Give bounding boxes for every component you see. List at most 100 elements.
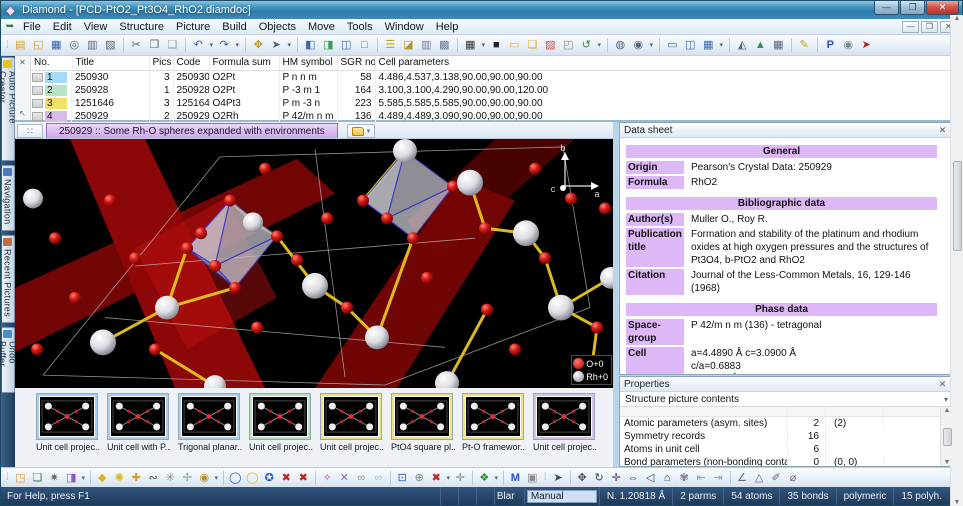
fill-cell-button[interactable]: ❖ [476, 470, 493, 486]
cell-cell[interactable]: 4.486,4.537,3.138,90.00,90.00,90.00 [375, 70, 962, 84]
cell-title[interactable]: 250928 [72, 84, 149, 97]
close-button[interactable]: ✕ [926, 1, 959, 15]
cell-hm[interactable]: P m -3 n [279, 97, 337, 110]
picture-wizard-dropdown-arrow[interactable]: ▾ [80, 474, 87, 482]
window-picture-button[interactable]: ◨ [320, 37, 337, 53]
add-cluster-button[interactable]: ✺ [111, 470, 128, 486]
hydrogen-bonds-button[interactable]: ∞ [353, 470, 370, 486]
fill-sphere-button[interactable]: ◉ [196, 470, 213, 486]
find-button[interactable]: ◎ [66, 37, 83, 53]
menu-window[interactable]: Window [379, 20, 430, 34]
scroll-up-icon[interactable]: ▲ [944, 407, 951, 414]
dock-tab-auto-picture-creator[interactable]: Auto Picture Creator [2, 57, 15, 161]
video-record-button[interactable]: ➤ [858, 37, 875, 53]
refresh-picture-button[interactable]: ↺ [578, 37, 595, 53]
destroy-cell-dropdown-arrow[interactable]: ▾ [445, 474, 452, 482]
translate-mode-button[interactable]: ✥ [574, 470, 591, 486]
select-pointer-icon[interactable]: ↖ [17, 108, 29, 119]
picture-tab[interactable]: 250929 :: Some Rh-O spheres expanded wit… [46, 123, 338, 138]
minimize-button[interactable]: — [874, 1, 899, 15]
add-chain-button[interactable]: ∾ [145, 470, 162, 486]
move-mode-button[interactable]: ✛ [608, 470, 625, 486]
rotate-mode-button[interactable]: ↻ [591, 470, 608, 486]
picture-thumbnail-3[interactable]: Trigonal planar... [178, 393, 242, 467]
refresh-picture-dropdown-arrow[interactable]: ▾ [596, 41, 603, 49]
cell-cell[interactable]: 5.585,5.585,5.585,90.00,90.00,90.00 [375, 97, 962, 110]
home-orientation-button[interactable]: ⌂ [659, 470, 676, 486]
picture-folder-button[interactable]: ▾ [347, 124, 376, 138]
cell-sgr[interactable]: 164 [337, 84, 375, 97]
pointer-mode-button[interactable]: ➤ [268, 37, 285, 53]
menu-view[interactable]: View [78, 20, 114, 34]
zoom-picture-button[interactable]: ◍ [612, 37, 629, 53]
coordination-sphere-yellow-button[interactable]: ◯ [244, 470, 261, 486]
copy-button[interactable]: ❐ [146, 37, 163, 53]
cell-sgr[interactable]: 58 [337, 70, 375, 84]
picture-grid-dropdown-arrow[interactable]: ▾ [480, 41, 487, 49]
window-structure-button[interactable]: ◧ [302, 37, 319, 53]
column-header-no-[interactable]: No. [31, 56, 72, 70]
chart-powder-button[interactable]: ▲ [752, 37, 769, 53]
property-row-4[interactable]: Bond parameters (non-bonding contacts, .… [620, 456, 953, 466]
measure-distance-button[interactable]: ∠ [734, 470, 751, 486]
select-mode-button[interactable]: ➤ [550, 470, 567, 486]
powder-pattern-button[interactable]: P [822, 37, 839, 53]
add-group-button[interactable]: ✢ [179, 470, 196, 486]
cell-title[interactable]: 250929 [72, 110, 149, 123]
edit-contacts-button[interactable]: ✕ [336, 470, 353, 486]
column-header-code[interactable]: Code [173, 56, 209, 70]
scrollbar-thumb[interactable] [943, 428, 952, 446]
fill-sphere-dropdown-arrow[interactable]: ▾ [213, 474, 220, 482]
dock-tab-recent-pictures[interactable]: Recent Pictures [2, 235, 15, 323]
picture-thumbnail-7[interactable]: Pt-O framewor... [462, 393, 526, 467]
column-header-pics[interactable]: Pics [149, 56, 173, 70]
paste-button[interactable]: ❑ [164, 37, 181, 53]
measure-plane-button[interactable]: ⌀ [785, 470, 802, 486]
render-picture-button[interactable]: ▣ [524, 470, 541, 486]
property-row-3[interactable]: Atoms in unit cell6 [620, 443, 953, 456]
panel-properties-button[interactable]: ◫ [682, 37, 699, 53]
scroll-down-icon[interactable]: ▼ [954, 499, 961, 506]
menu-structure[interactable]: Structure [113, 20, 170, 34]
pan-mode-button[interactable]: ✥ [250, 37, 267, 53]
menu-objects[interactable]: Objects [253, 20, 302, 34]
destroy-sphere-2-button[interactable]: ✖ [295, 470, 312, 486]
pointer-mode-dropdown-arrow[interactable]: ▾ [286, 41, 293, 49]
cell-formula[interactable]: O4Pt3 [209, 97, 279, 110]
cell-code[interactable]: 250928 [173, 84, 209, 97]
menu-move[interactable]: Move [302, 20, 341, 34]
delete-picture-button[interactable]: ▨ [542, 37, 559, 53]
fill-cell-dropdown-arrow[interactable]: ▾ [493, 474, 500, 482]
cell-formula[interactable]: O2Rh [209, 110, 279, 123]
add-atom-button[interactable]: ✚ [128, 470, 145, 486]
cell-sgr[interactable]: 223 [337, 97, 375, 110]
print-preview-button[interactable]: ▥ [84, 37, 101, 53]
structure-row-4[interactable]: 42509292250929O2RhP 42/m n m1364.489,4.4… [31, 110, 962, 123]
picture-wizard-button[interactable]: ◨ [63, 470, 80, 486]
destroy-sphere-1-button[interactable]: ✖ [278, 470, 295, 486]
close-table-pane-icon[interactable]: ✕ [17, 57, 29, 68]
new-folder-button[interactable]: ▭ [506, 37, 523, 53]
cell-pics[interactable]: 2 [149, 110, 173, 123]
cell-title[interactable]: 1251646 [72, 97, 149, 110]
panel-table-button[interactable]: ▦ [700, 37, 717, 53]
zoom-selection-dropdown-arrow[interactable]: ▾ [648, 41, 655, 49]
column-header-title[interactable]: Title [72, 56, 149, 70]
pane-left-button[interactable]: ▥ [418, 37, 435, 53]
picture-thumbnail-5[interactable]: Unit cell projec... [320, 393, 384, 467]
structure-row-3[interactable]: 3125164631251646O4Pt3P m -3 n2235.585,5.… [31, 97, 962, 110]
scrollbar-thumb[interactable] [953, 161, 962, 251]
table-mode-button[interactable]: ☰ [382, 37, 399, 53]
menu-help[interactable]: Help [430, 20, 465, 34]
property-row-1[interactable]: Atomic parameters (asym. sites)2(2) [620, 417, 953, 430]
cell-cell[interactable]: 3.100,3.100,4.290,90.00,90.00,120.00 [375, 84, 962, 97]
draw-pen-button[interactable]: ✎ [796, 37, 813, 53]
picture-thumbnail-4[interactable]: Unit cell projec... [249, 393, 313, 467]
properties-scrollbar[interactable]: ▲ ▼ [940, 407, 953, 466]
window-split-button[interactable]: ◫ [338, 37, 355, 53]
cell-hm[interactable]: P n n m [279, 70, 337, 84]
add-network-button[interactable]: ✳ [162, 470, 179, 486]
open-document-button[interactable]: ◱ [30, 37, 47, 53]
cell-code[interactable]: 1251646 [173, 97, 209, 110]
measure-torsion-button[interactable]: ✐ [768, 470, 785, 486]
